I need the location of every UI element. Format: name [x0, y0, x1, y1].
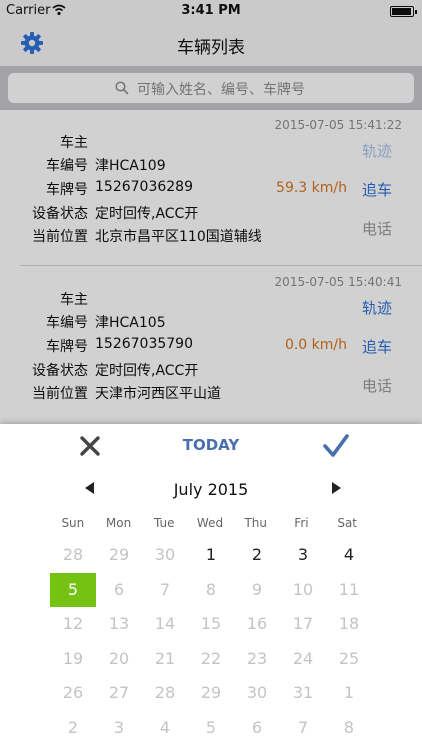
weekday-label: Tue: [154, 516, 175, 530]
calendar-day[interactable]: 6: [234, 711, 280, 745]
weekday-label: Thu: [244, 516, 267, 530]
weekday-label: Sun: [61, 516, 85, 530]
calendar-day[interactable]: 24: [280, 642, 326, 676]
calendar-day[interactable]: 21: [142, 642, 188, 676]
calendar-day[interactable]: 29: [96, 538, 142, 572]
calendar-day[interactable]: 3: [280, 538, 326, 572]
calendar-day[interactable]: 14: [142, 607, 188, 641]
weekday-label: Mon: [105, 516, 132, 530]
calendar-day[interactable]: 7: [280, 711, 326, 745]
calendar-day[interactable]: 28: [50, 538, 96, 572]
calendar-day[interactable]: 19: [50, 642, 96, 676]
calendar-day[interactable]: 23: [234, 642, 280, 676]
weekday-label: Fri: [294, 516, 309, 530]
calendar-day[interactable]: 20: [96, 642, 142, 676]
calendar-day[interactable]: 2: [234, 538, 280, 572]
date-picker-sheet: TODAY July 2015 Sun Mon Tue Wed Thu Fri …: [0, 424, 422, 750]
calendar-day[interactable]: 15: [188, 607, 234, 641]
calendar-day[interactable]: 26: [50, 676, 96, 710]
calendar-day[interactable]: 27: [96, 676, 142, 710]
calendar-day[interactable]: 31: [280, 676, 326, 710]
weekday-label: Wed: [196, 516, 224, 530]
next-month-icon[interactable]: [331, 482, 341, 494]
calendar-day[interactable]: 13: [96, 607, 142, 641]
month-title: July 2015: [173, 480, 249, 499]
calendar-day[interactable]: 25: [326, 642, 372, 676]
calendar-day[interactable]: 10: [280, 573, 326, 607]
calendar-day[interactable]: 8: [188, 573, 234, 607]
checkmark-icon[interactable]: [322, 432, 350, 460]
dim-overlay[interactable]: [0, 0, 422, 424]
selected-day[interactable]: 5: [50, 572, 96, 607]
calendar-day[interactable]: 17: [280, 607, 326, 641]
calendar-day[interactable]: 16: [234, 607, 280, 641]
calendar-day[interactable]: 2: [50, 711, 96, 745]
calendar-day[interactable]: 3: [96, 711, 142, 745]
calendar-day[interactable]: 6: [96, 573, 142, 607]
calendar-day[interactable]: 29: [188, 676, 234, 710]
today-button[interactable]: TODAY: [0, 436, 422, 454]
calendar-day[interactable]: 4: [326, 538, 372, 572]
calendar-day[interactable]: 11: [326, 573, 372, 607]
calendar-day[interactable]: 30: [234, 676, 280, 710]
weekday-header: Sun Mon Tue Wed Thu Fri Sat: [50, 516, 370, 532]
calendar-day[interactable]: 22: [188, 642, 234, 676]
calendar-day[interactable]: 12: [50, 607, 96, 641]
calendar-day[interactable]: 1: [188, 538, 234, 572]
weekday-label: Sat: [337, 516, 358, 530]
calendar-day[interactable]: 30: [142, 538, 188, 572]
calendar-day[interactable]: 8: [326, 711, 372, 745]
calendar-day[interactable]: 4: [142, 711, 188, 745]
calendar-day[interactable]: 7: [142, 573, 188, 607]
calendar-day[interactable]: 9: [234, 573, 280, 607]
calendar-day[interactable]: 18: [326, 607, 372, 641]
calendar-day[interactable]: 28: [142, 676, 188, 710]
calendar-day[interactable]: 5: [188, 711, 234, 745]
calendar-day[interactable]: 1: [326, 676, 372, 710]
